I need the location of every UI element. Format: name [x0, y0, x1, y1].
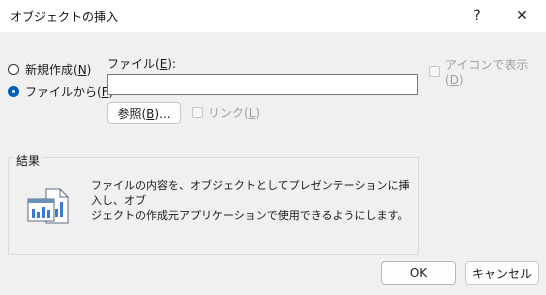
cancel-button[interactable]: キャンセル — [465, 261, 539, 285]
title-bar: オブジェクトの挿入 ? ✕ — [0, 0, 546, 32]
browse-button[interactable]: 参照(B)... — [107, 102, 181, 124]
from-file-label: ファイルから(F) — [25, 84, 113, 99]
result-description-line: ファイルの内容を、オブジェクトとしてプレゼンテーションに挿入し、オブ — [91, 179, 410, 207]
help-button[interactable]: ? — [458, 0, 496, 32]
result-description-line: ジェクトの作成元アプリケーションで使用できるようにします。 — [91, 209, 409, 222]
browse-button-label: 参照(B)... — [117, 106, 171, 121]
link-label: リンク(L) — [208, 106, 261, 120]
dialog-title: オブジェクトの挿入 — [10, 10, 119, 24]
create-new-label: 新規作成(N) — [25, 62, 92, 77]
from-file-option[interactable]: ファイルから(F) — [8, 82, 113, 100]
result-group-label: 結果 — [14, 152, 43, 169]
create-new-option[interactable]: 新規作成(N) — [8, 60, 91, 78]
cancel-button-label: キャンセル — [471, 266, 532, 281]
close-button[interactable]: ✕ — [503, 0, 541, 32]
display-as-icon-checkbox[interactable] — [429, 66, 440, 77]
file-field-label: ファイル(E): — [107, 57, 177, 71]
link-checkbox[interactable] — [192, 107, 203, 118]
from-file-radio[interactable] — [8, 85, 19, 97]
create-new-radio[interactable] — [8, 63, 19, 75]
embed-document-icon — [27, 188, 69, 224]
ok-button-label: OK — [409, 266, 428, 280]
close-icon: ✕ — [516, 8, 528, 24]
result-description: ファイルの内容を、オブジェクトとしてプレゼンテーションに挿入し、オブ ジェクトの… — [91, 178, 411, 223]
file-path-input[interactable] — [107, 74, 418, 95]
link-option[interactable]: リンク(L) — [192, 104, 260, 121]
help-icon: ? — [473, 8, 481, 24]
display-as-icon-option[interactable]: アイコンで表示(D) — [429, 56, 546, 87]
ok-button[interactable]: OK — [381, 261, 456, 285]
display-as-icon-label: アイコンで表示(D) — [444, 58, 529, 87]
